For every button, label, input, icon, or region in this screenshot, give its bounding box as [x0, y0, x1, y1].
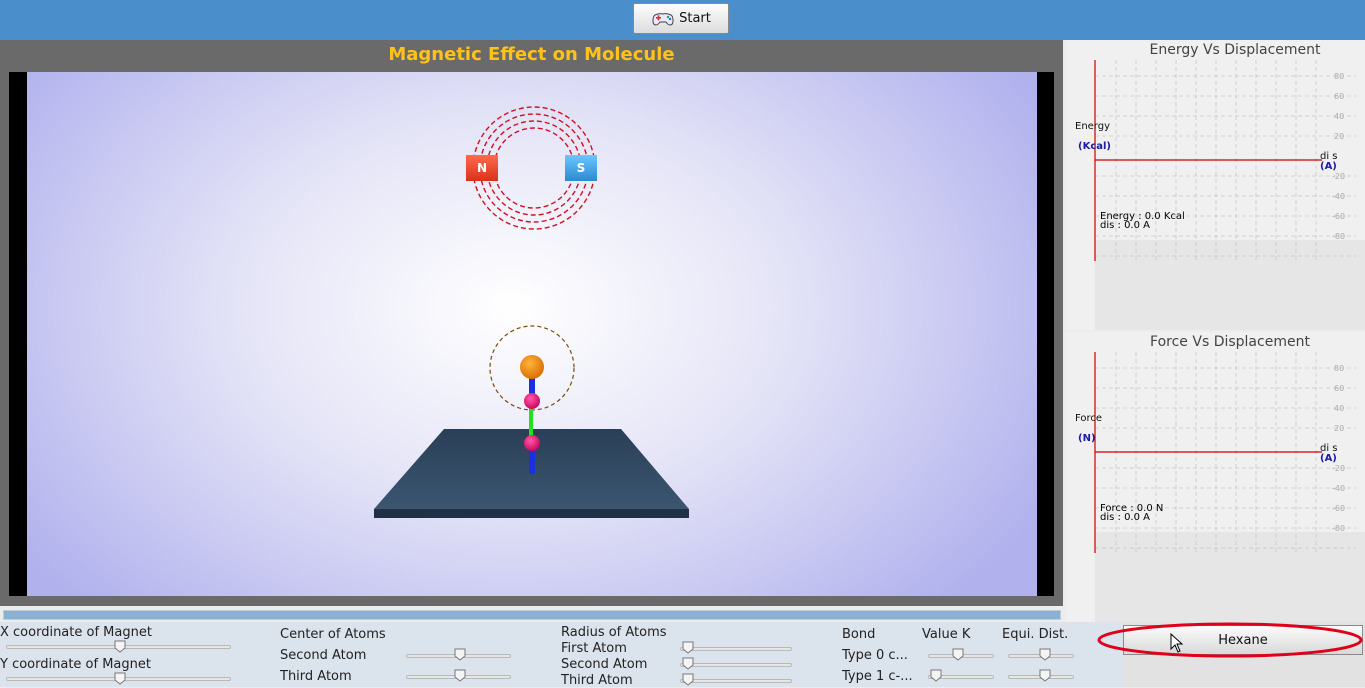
hexane-label: Hexane — [1218, 632, 1268, 648]
radius-third-atom-thumb[interactable] — [682, 673, 694, 686]
force-tick: -20 — [1332, 464, 1346, 473]
force-tick: -60 — [1332, 504, 1346, 513]
platform-edge — [374, 509, 689, 518]
force-tick: 20 — [1334, 424, 1345, 433]
energy-tick: -40 — [1332, 192, 1346, 201]
x-magnet-slider-thumb[interactable] — [114, 640, 126, 653]
force-tick: 40 — [1334, 404, 1345, 413]
energy-tick: -80 — [1332, 232, 1346, 241]
second-atom-center-thumb[interactable] — [454, 648, 466, 661]
second-atom-center-label: Second Atom — [280, 648, 367, 663]
energy-graph-panel: Energy Vs Displacement Energy (Kcal) di … — [1066, 40, 1365, 330]
radius-first-atom-thumb[interactable] — [682, 641, 694, 654]
force-tick: 80 — [1334, 364, 1345, 373]
energy-tick: -20 — [1332, 172, 1346, 181]
third-atom-center-thumb[interactable] — [454, 669, 466, 682]
y-magnet-slider-thumb[interactable] — [114, 672, 126, 685]
radius-second-atom-label: Second Atom — [561, 657, 648, 672]
energy-x-unit: (A) — [1320, 161, 1337, 172]
energy-y-label: Energy — [1075, 121, 1111, 132]
energy-tick: 40 — [1334, 112, 1345, 121]
hexane-button[interactable]: Hexane — [1123, 625, 1363, 655]
force-x-unit: (A) — [1320, 453, 1337, 464]
bond-type0-label: Type 0 c... — [842, 648, 908, 663]
radius-third-atom-label: Third Atom — [561, 673, 633, 688]
y-magnet-label: Y coordinate of Magnet — [0, 657, 151, 672]
simulation-canvas[interactable]: N S — [27, 72, 1037, 596]
energy-tick: 60 — [1334, 92, 1345, 101]
force-tick: -40 — [1332, 484, 1346, 493]
south-magnet[interactable]: S — [565, 155, 597, 181]
molecule-scene — [374, 106, 689, 518]
controls-panel: X coordinate of Magnet Y coordinate of M… — [0, 622, 1123, 688]
energy-readout-distance: dis : 0.0 A — [1100, 220, 1150, 231]
bond-label: Bond — [842, 627, 876, 642]
equi-dist-label: Equi. Dist. — [1002, 627, 1069, 642]
third-atom[interactable] — [524, 435, 540, 451]
bond-type0-dist-thumb[interactable] — [1039, 648, 1051, 661]
first-atom[interactable] — [520, 355, 544, 379]
start-label: Start — [679, 11, 711, 26]
simulation-panel: Magnetic Effect on Molecule N S — [0, 40, 1063, 606]
radius-first-atom-label: First Atom — [561, 641, 627, 656]
force-graph-plot — [1094, 352, 1365, 622]
force-tick: 60 — [1334, 384, 1345, 393]
bond-type0-k-thumb[interactable] — [952, 648, 964, 661]
third-atom-center-label: Third Atom — [280, 669, 352, 684]
gamepad-icon — [651, 10, 675, 28]
force-readout-distance: dis : 0.0 A — [1100, 512, 1150, 523]
energy-tick: -60 — [1332, 212, 1346, 221]
value-k-label: Value K — [922, 627, 971, 642]
radius-first-atom-slider[interactable] — [680, 647, 792, 651]
center-atoms-label: Center of Atoms — [280, 627, 386, 642]
energy-tick: 20 — [1334, 132, 1345, 141]
force-graph-panel: Force Vs Displacement Force (N) di s (A)… — [1066, 332, 1365, 622]
bond-type1-label: Type 1 c-... — [842, 669, 913, 684]
radius-second-atom-thumb[interactable] — [682, 657, 694, 670]
simulation-title: Magnetic Effect on Molecule — [388, 44, 675, 65]
north-magnet[interactable]: N — [466, 155, 498, 181]
energy-y-unit: (Kcal) — [1078, 141, 1111, 152]
bond-type1-k-thumb[interactable] — [930, 669, 942, 682]
energy-tick: 80 — [1334, 72, 1345, 81]
start-button[interactable]: Start — [633, 3, 729, 34]
radius-atoms-label: Radius of Atoms — [561, 625, 667, 640]
x-magnet-label: X coordinate of Magnet — [0, 625, 152, 640]
force-tick: -80 — [1332, 524, 1346, 533]
energy-graph-plot — [1094, 60, 1365, 330]
radius-third-atom-slider[interactable] — [680, 679, 792, 683]
force-y-unit: (N) — [1078, 433, 1096, 444]
simulation-progress-bar — [3, 610, 1061, 620]
force-y-label: Force — [1075, 413, 1103, 424]
second-atom[interactable] — [524, 393, 540, 409]
radius-second-atom-slider[interactable] — [680, 663, 792, 667]
bond-type1-dist-thumb[interactable] — [1039, 669, 1051, 682]
